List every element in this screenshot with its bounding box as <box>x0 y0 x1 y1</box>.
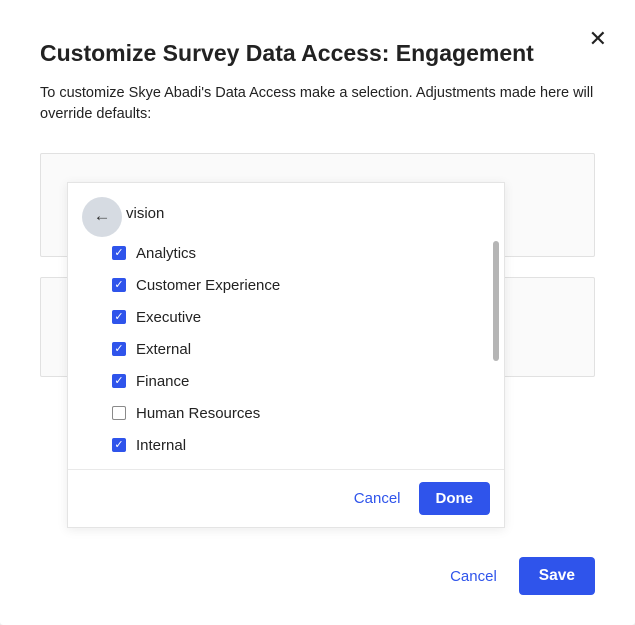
list-item-label: Customer Experience <box>136 277 280 294</box>
list-item[interactable]: Executive <box>112 301 492 333</box>
selection-popover: ← vision Analytics Customer Experience Exe… <box>67 182 505 528</box>
checkbox[interactable] <box>112 246 126 260</box>
options-list-container: Analytics Customer Experience Executive Ext… <box>68 237 504 459</box>
list-item[interactable]: Analytics <box>112 237 492 269</box>
list-item-label: Analytics <box>136 245 196 262</box>
list-item[interactable]: Internal <box>112 429 492 459</box>
close-icon[interactable]: ✕ <box>589 28 607 50</box>
arrow-left-icon: ← <box>94 206 111 226</box>
list-item-label: Internal <box>136 437 186 454</box>
checkbox[interactable] <box>112 310 126 324</box>
popover-done-button[interactable]: Done <box>419 482 491 515</box>
checkbox[interactable] <box>112 406 126 420</box>
cancel-button[interactable]: Cancel <box>450 568 497 585</box>
checkbox[interactable] <box>112 342 126 356</box>
popover-footer: Cancel Done <box>68 469 504 527</box>
list-item-label: Executive <box>136 309 201 326</box>
list-item[interactable]: Customer Experience <box>112 269 492 301</box>
back-button[interactable]: ← <box>82 197 122 237</box>
save-button[interactable]: Save <box>519 557 595 595</box>
checkbox[interactable] <box>112 438 126 452</box>
popover-cancel-button[interactable]: Cancel <box>354 490 401 507</box>
list-item[interactable]: External <box>112 333 492 365</box>
list-item[interactable]: Finance <box>112 365 492 397</box>
popover-body: ← vision Analytics Customer Experience Exe… <box>68 183 504 469</box>
modal-title: Customize Survey Data Access: Engagement <box>40 40 595 67</box>
list-item[interactable]: Human Resources <box>112 397 492 429</box>
category-label: vision <box>68 199 504 227</box>
modal-footer: Cancel Save <box>450 557 595 595</box>
list-item-label: External <box>136 341 191 358</box>
checkbox[interactable] <box>112 278 126 292</box>
modal-description: To customize Skye Abadi's Data Access ma… <box>40 83 595 125</box>
list-item-label: Human Resources <box>136 405 260 422</box>
options-list: Analytics Customer Experience Executive Ext… <box>68 237 504 459</box>
checkbox[interactable] <box>112 374 126 388</box>
list-item-label: Finance <box>136 373 189 390</box>
scrollbar[interactable] <box>493 241 499 361</box>
